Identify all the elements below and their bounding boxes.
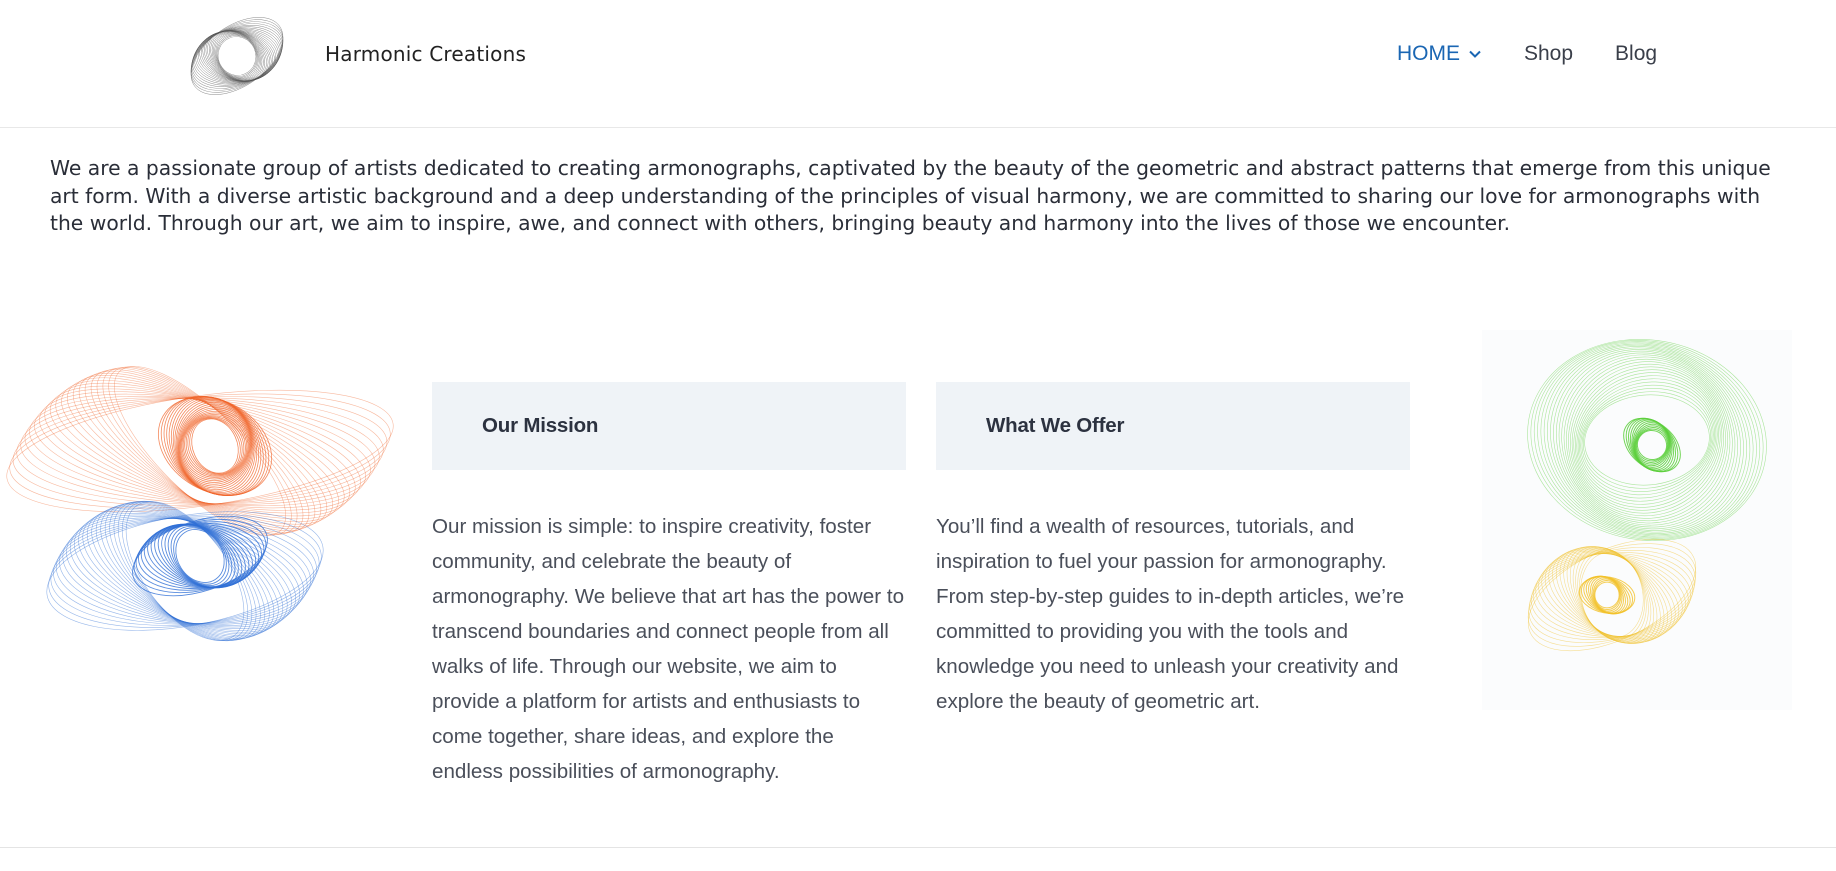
offer-column: What We Offer You’ll find a wealth of re… — [936, 382, 1410, 719]
footer-divider — [0, 847, 1836, 848]
offer-header-box: What We Offer — [936, 382, 1410, 470]
mission-header-box: Our Mission — [432, 382, 906, 470]
intro-paragraph: We are a passionate group of artists ded… — [50, 156, 1771, 235]
art-stroke — [1541, 552, 1683, 638]
nav-item-home[interactable]: HOME — [1397, 42, 1482, 66]
art-stroke — [1582, 391, 1712, 489]
art-stroke — [1594, 581, 1620, 609]
art-stroke — [44, 388, 356, 514]
art-stroke — [1530, 551, 1694, 639]
nav-item-shop[interactable]: Shop — [1524, 42, 1573, 66]
art-stroke — [1576, 375, 1718, 505]
offer-title: What We Offer — [986, 414, 1125, 437]
harmonograph-green-yellow-art — [1482, 330, 1792, 710]
art-stroke — [86, 507, 284, 635]
nav-item-home-label: HOME — [1397, 42, 1460, 65]
main-nav: HOME Shop Blog — [1397, 42, 1657, 66]
art-stroke — [1527, 538, 1697, 652]
mission-title: Our Mission — [482, 414, 599, 437]
art-stroke — [1553, 349, 1741, 531]
mission-column: Our Mission Our mission is simple: to in… — [432, 382, 906, 789]
art-stroke — [1538, 552, 1686, 638]
art-stroke — [194, 28, 280, 84]
offer-text: You’ll find a wealth of resources, tutor… — [936, 515, 1405, 713]
art-stroke — [1558, 352, 1736, 528]
art-stroke — [1588, 575, 1626, 615]
art-stroke — [1565, 358, 1729, 522]
art-stroke — [213, 32, 261, 80]
harmonograph-orange-blue-art — [6, 366, 394, 642]
art-stroke — [1550, 347, 1744, 533]
art-stroke — [1547, 346, 1747, 534]
art-stroke — [6, 389, 394, 513]
harmonograph-logo-icon[interactable] — [175, 8, 301, 102]
art-stroke — [1577, 378, 1717, 502]
site-header: Harmonic Creations HOME Shop Blog — [0, 0, 1836, 128]
chevron-down-icon[interactable] — [1468, 47, 1482, 61]
art-stroke — [1581, 388, 1713, 492]
art-stroke — [1566, 546, 1658, 644]
art-stroke — [1552, 548, 1672, 642]
art-stroke — [1556, 350, 1738, 530]
nav-item-blog[interactable]: Blog — [1615, 42, 1657, 66]
art-stroke — [1527, 543, 1697, 647]
art-stroke — [95, 504, 275, 638]
art-stroke — [1543, 344, 1751, 536]
mission-text: Our mission is simple: to inspire creati… — [432, 515, 905, 783]
art-stroke — [1623, 417, 1681, 473]
art-stroke — [217, 36, 257, 76]
art-stroke — [1570, 363, 1724, 517]
art-stroke — [12, 396, 388, 506]
art-stroke — [39, 391, 361, 511]
site-title[interactable]: Harmonic Creations — [325, 42, 526, 66]
